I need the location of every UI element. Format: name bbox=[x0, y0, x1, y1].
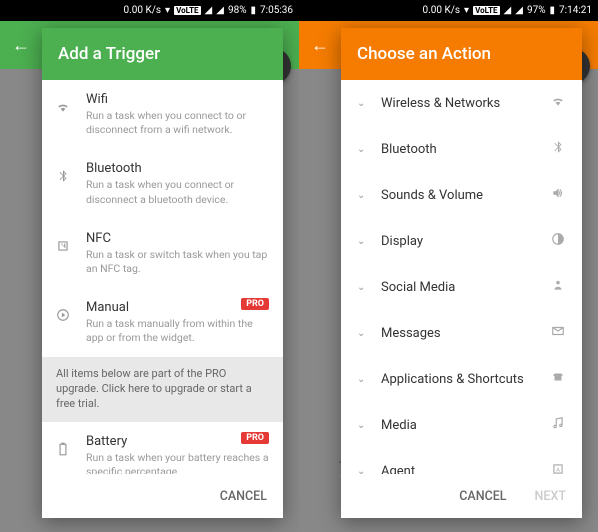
trigger-desc: Run a task when you connect or disconnec… bbox=[86, 178, 269, 206]
chevron-down-icon: ⌄ bbox=[357, 236, 367, 247]
clock: 7:14:21 bbox=[559, 5, 592, 16]
action-item[interactable]: ⌄ Media bbox=[341, 402, 582, 448]
social-icon bbox=[550, 278, 566, 296]
trigger-item-bluetooth[interactable]: Bluetooth Run a task when you connect or … bbox=[42, 149, 283, 218]
trigger-item-nfc[interactable]: NFC Run a task or switch task when you ta… bbox=[42, 219, 283, 288]
sound-icon bbox=[550, 186, 566, 204]
android-icon bbox=[550, 370, 566, 388]
chevron-down-icon: ⌄ bbox=[357, 466, 367, 475]
clock: 7:05:36 bbox=[260, 5, 293, 16]
wifi-icon bbox=[550, 94, 566, 112]
battery-icon bbox=[56, 434, 74, 474]
chevron-down-icon: ⌄ bbox=[357, 374, 367, 385]
action-label: Messages bbox=[381, 326, 536, 341]
signal-icon: ◢ bbox=[216, 5, 224, 16]
chevron-down-icon: ⌄ bbox=[357, 144, 367, 155]
signal-icon: ◢ bbox=[205, 5, 213, 16]
action-item[interactable]: ⌄ Bluetooth bbox=[341, 126, 582, 172]
trigger-desc: Run a task when your battery reaches a s… bbox=[86, 451, 269, 474]
next-button[interactable]: NEXT bbox=[535, 489, 566, 504]
add-trigger-dialog: Add a Trigger Wifi Run a task when you co… bbox=[42, 28, 283, 518]
msg-icon bbox=[550, 324, 566, 342]
action-label: Media bbox=[381, 418, 536, 433]
chevron-down-icon: ⌄ bbox=[357, 282, 367, 293]
trigger-item-battery[interactable]: PROBatteryRun a task when your battery r… bbox=[42, 422, 283, 474]
agent-icon: A bbox=[550, 462, 566, 474]
action-item[interactable]: ⌄ Social Media bbox=[341, 264, 582, 310]
back-icon[interactable]: ← bbox=[12, 35, 30, 56]
back-icon[interactable]: ← bbox=[311, 35, 329, 56]
action-label: Display bbox=[381, 234, 536, 249]
svg-text:A: A bbox=[556, 467, 560, 473]
status-bar: 0.00 K/s ▾ VoLTE ◢ ◢ 97% ▮ 7:14:21 bbox=[299, 0, 598, 21]
battery-pct: 98% bbox=[228, 5, 247, 16]
action-label: Applications & Shortcuts bbox=[381, 372, 536, 387]
status-bar: 0.00 K/s ▾ VoLTE ◢ ◢ 98% ▮ 7:05:36 bbox=[0, 0, 299, 21]
cancel-button[interactable]: CANCEL bbox=[220, 489, 267, 504]
action-item[interactable]: ⌄ Messages bbox=[341, 310, 582, 356]
nfc-icon bbox=[56, 231, 74, 276]
dialog-title: Add a Trigger bbox=[42, 28, 283, 80]
battery-pct: 97% bbox=[527, 5, 546, 16]
action-item[interactable]: ⌄ Applications & Shortcuts bbox=[341, 356, 582, 402]
wifi-icon bbox=[56, 92, 74, 137]
play-icon bbox=[56, 300, 74, 345]
signal-icon: ◢ bbox=[515, 5, 523, 16]
chevron-down-icon: ⌄ bbox=[357, 328, 367, 339]
action-item[interactable]: ⌄ Wireless & Networks bbox=[341, 80, 582, 126]
bright-icon bbox=[550, 232, 566, 250]
bt-icon bbox=[550, 140, 566, 158]
choose-action-dialog: Choose an Action ⌄ Wireless & Networks ⌄ Bl… bbox=[341, 28, 582, 518]
action-item[interactable]: ⌄ Display bbox=[341, 218, 582, 264]
battery-icon: ▮ bbox=[251, 5, 257, 16]
upgrade-notice[interactable]: All items below are part of the PRO upgr… bbox=[42, 357, 283, 422]
action-item[interactable]: ⌄ Sounds & Volume bbox=[341, 172, 582, 218]
signal-icon: ◢ bbox=[504, 5, 512, 16]
chevron-down-icon: ⌄ bbox=[357, 190, 367, 201]
trigger-title: Wifi bbox=[86, 92, 269, 107]
bt-icon bbox=[56, 161, 74, 206]
net-speed: 0.00 K/s bbox=[423, 5, 461, 16]
trigger-desc: Run a task when you connect to or discon… bbox=[86, 109, 269, 137]
chevron-down-icon: ⌄ bbox=[357, 98, 367, 109]
action-label: Wireless & Networks bbox=[381, 96, 536, 111]
trigger-item-manual[interactable]: PROManualRun a task manually from within… bbox=[42, 288, 283, 357]
volte-badge: VoLTE bbox=[473, 6, 499, 15]
net-speed: 0.00 K/s bbox=[124, 5, 162, 16]
chevron-down-icon: ⌄ bbox=[357, 420, 367, 431]
pro-badge: PRO bbox=[241, 298, 269, 310]
action-label: Sounds & Volume bbox=[381, 188, 536, 203]
battery-icon: ▮ bbox=[550, 5, 556, 16]
trigger-title: Bluetooth bbox=[86, 161, 269, 176]
action-label: Agent bbox=[381, 464, 536, 475]
action-label: Social Media bbox=[381, 280, 536, 295]
wifi-icon: ▾ bbox=[464, 5, 469, 16]
dialog-title: Choose an Action bbox=[341, 28, 582, 80]
action-label: Bluetooth bbox=[381, 142, 536, 157]
volte-badge: VoLTE bbox=[174, 6, 200, 15]
trigger-desc: Run a task or switch task when you tap a… bbox=[86, 248, 269, 276]
music-icon bbox=[550, 416, 566, 434]
action-item[interactable]: ⌄ Agent A bbox=[341, 448, 582, 474]
trigger-desc: Run a task manually from within the app … bbox=[86, 317, 269, 345]
trigger-title: NFC bbox=[86, 231, 269, 246]
wifi-icon: ▾ bbox=[165, 5, 170, 16]
pro-badge: PRO bbox=[241, 432, 269, 444]
cancel-button[interactable]: CANCEL bbox=[459, 489, 506, 504]
trigger-item-wifi[interactable]: Wifi Run a task when you connect to or di… bbox=[42, 80, 283, 149]
